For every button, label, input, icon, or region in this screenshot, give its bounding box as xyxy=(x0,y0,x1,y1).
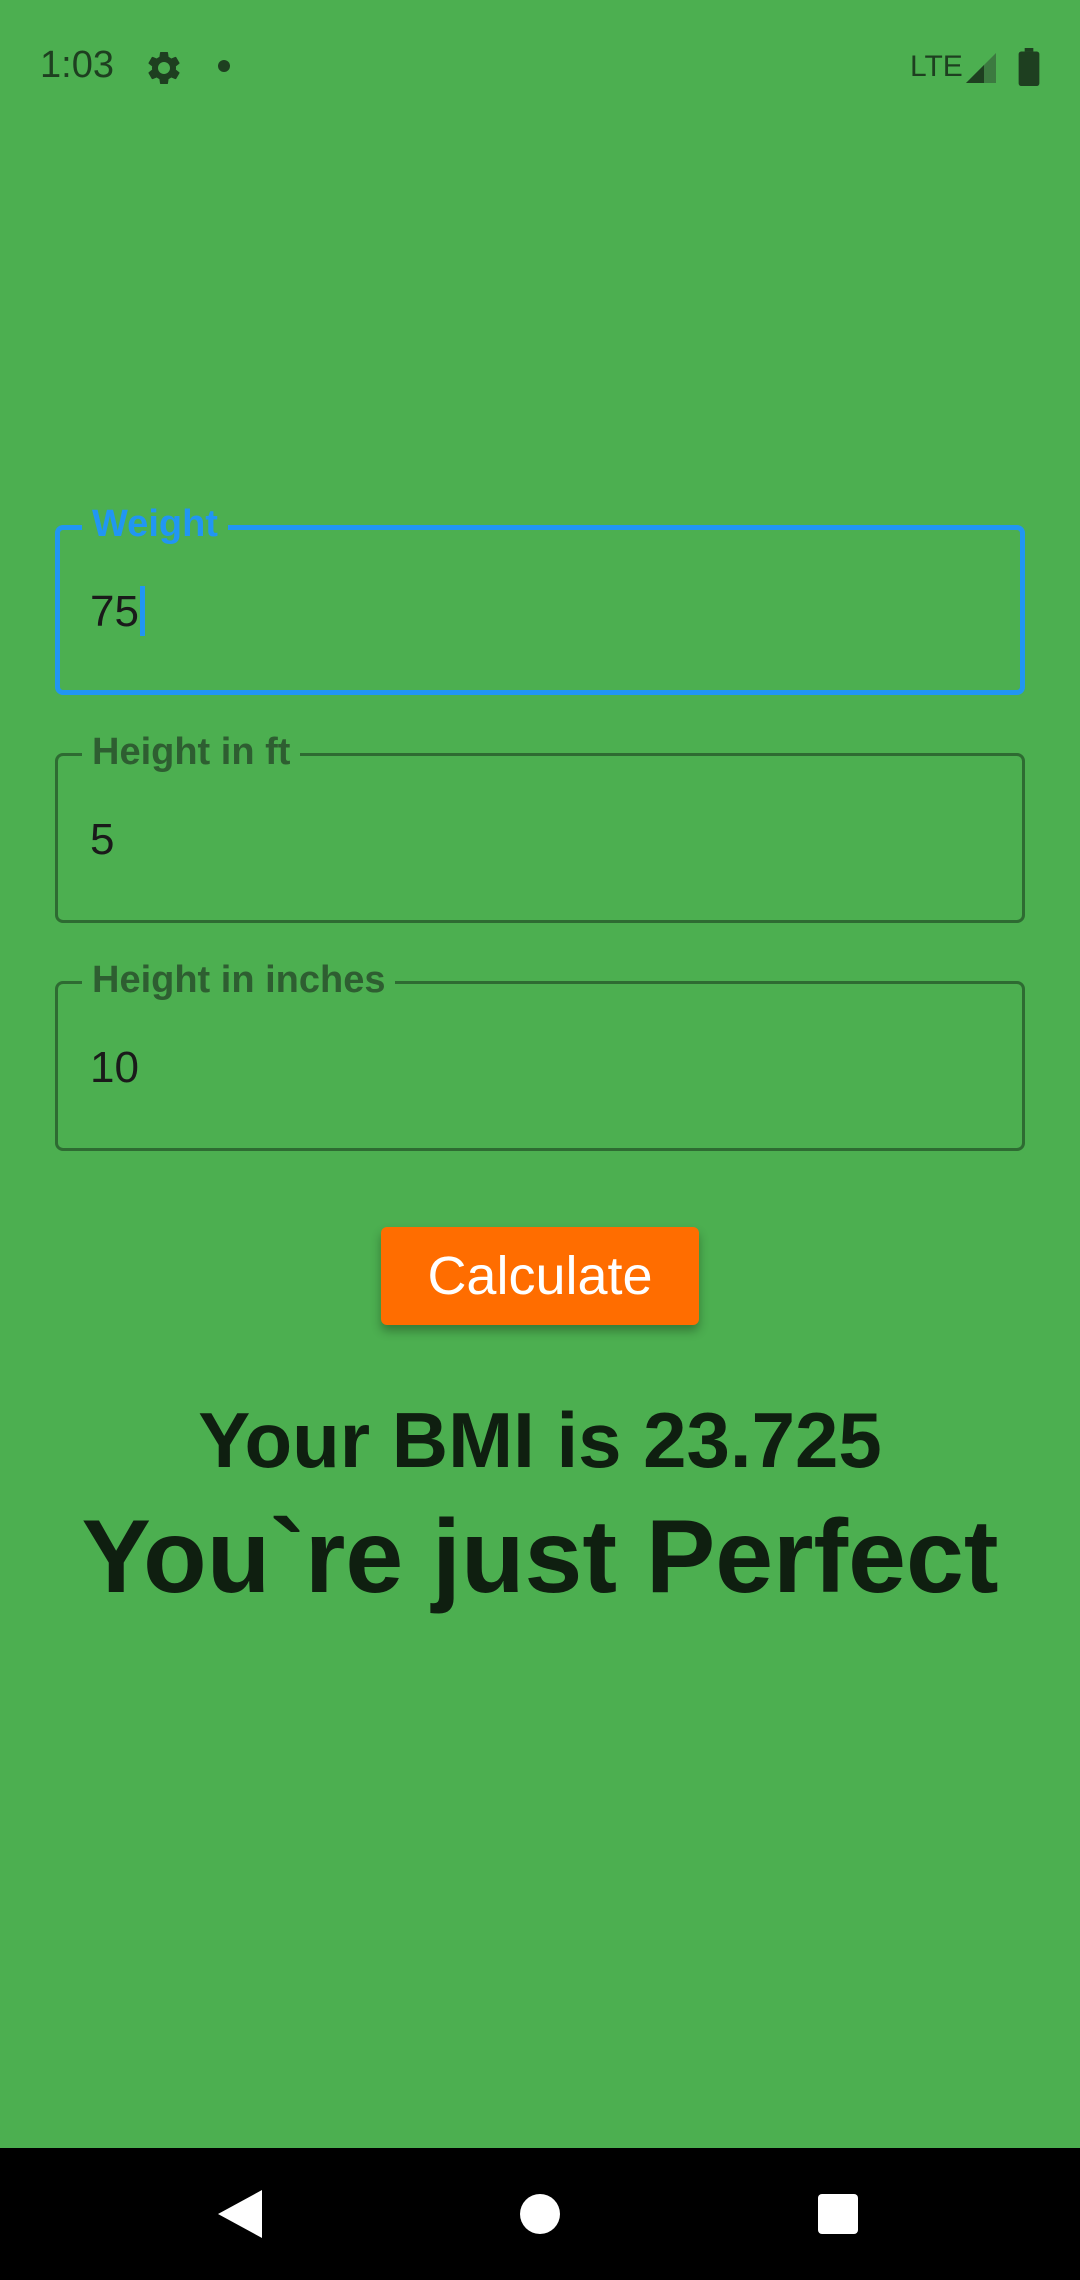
bmi-category-message: You`re just Perfect xyxy=(81,1499,999,1615)
navigation-bar xyxy=(0,2148,1080,2280)
height-ft-field[interactable]: Height in ft 5 xyxy=(55,730,1025,923)
weight-input-value[interactable]: 75 xyxy=(90,586,145,638)
height-ft-input-value[interactable]: 5 xyxy=(90,814,114,866)
height-in-label: Height in inches xyxy=(82,958,396,1002)
notification-dot-icon xyxy=(218,60,230,72)
height-in-field[interactable]: Height in inches 10 xyxy=(55,958,1025,1151)
back-icon[interactable] xyxy=(218,2190,262,2238)
height-ft-label: Height in ft xyxy=(82,730,301,774)
calculate-button[interactable]: Calculate xyxy=(381,1227,699,1325)
text-cursor xyxy=(139,586,145,636)
signal-icon xyxy=(966,53,996,83)
bmi-calculator-screen: 1:03 LTE Weight 75 Height in ft 5 Height… xyxy=(0,0,1080,2280)
network-type-label: LTE xyxy=(910,50,963,83)
home-icon[interactable] xyxy=(520,2194,560,2234)
recents-icon[interactable] xyxy=(818,2194,858,2234)
status-bar: 1:03 LTE xyxy=(0,0,1080,135)
weight-field[interactable]: Weight 75 xyxy=(55,502,1025,695)
battery-icon xyxy=(1018,48,1040,86)
height-in-input-value[interactable]: 10 xyxy=(90,1042,139,1094)
status-time: 1:03 xyxy=(40,44,114,86)
weight-label: Weight xyxy=(82,502,228,546)
gear-icon xyxy=(148,51,180,84)
bmi-result-text: Your BMI is 23.725 xyxy=(198,1396,882,1484)
